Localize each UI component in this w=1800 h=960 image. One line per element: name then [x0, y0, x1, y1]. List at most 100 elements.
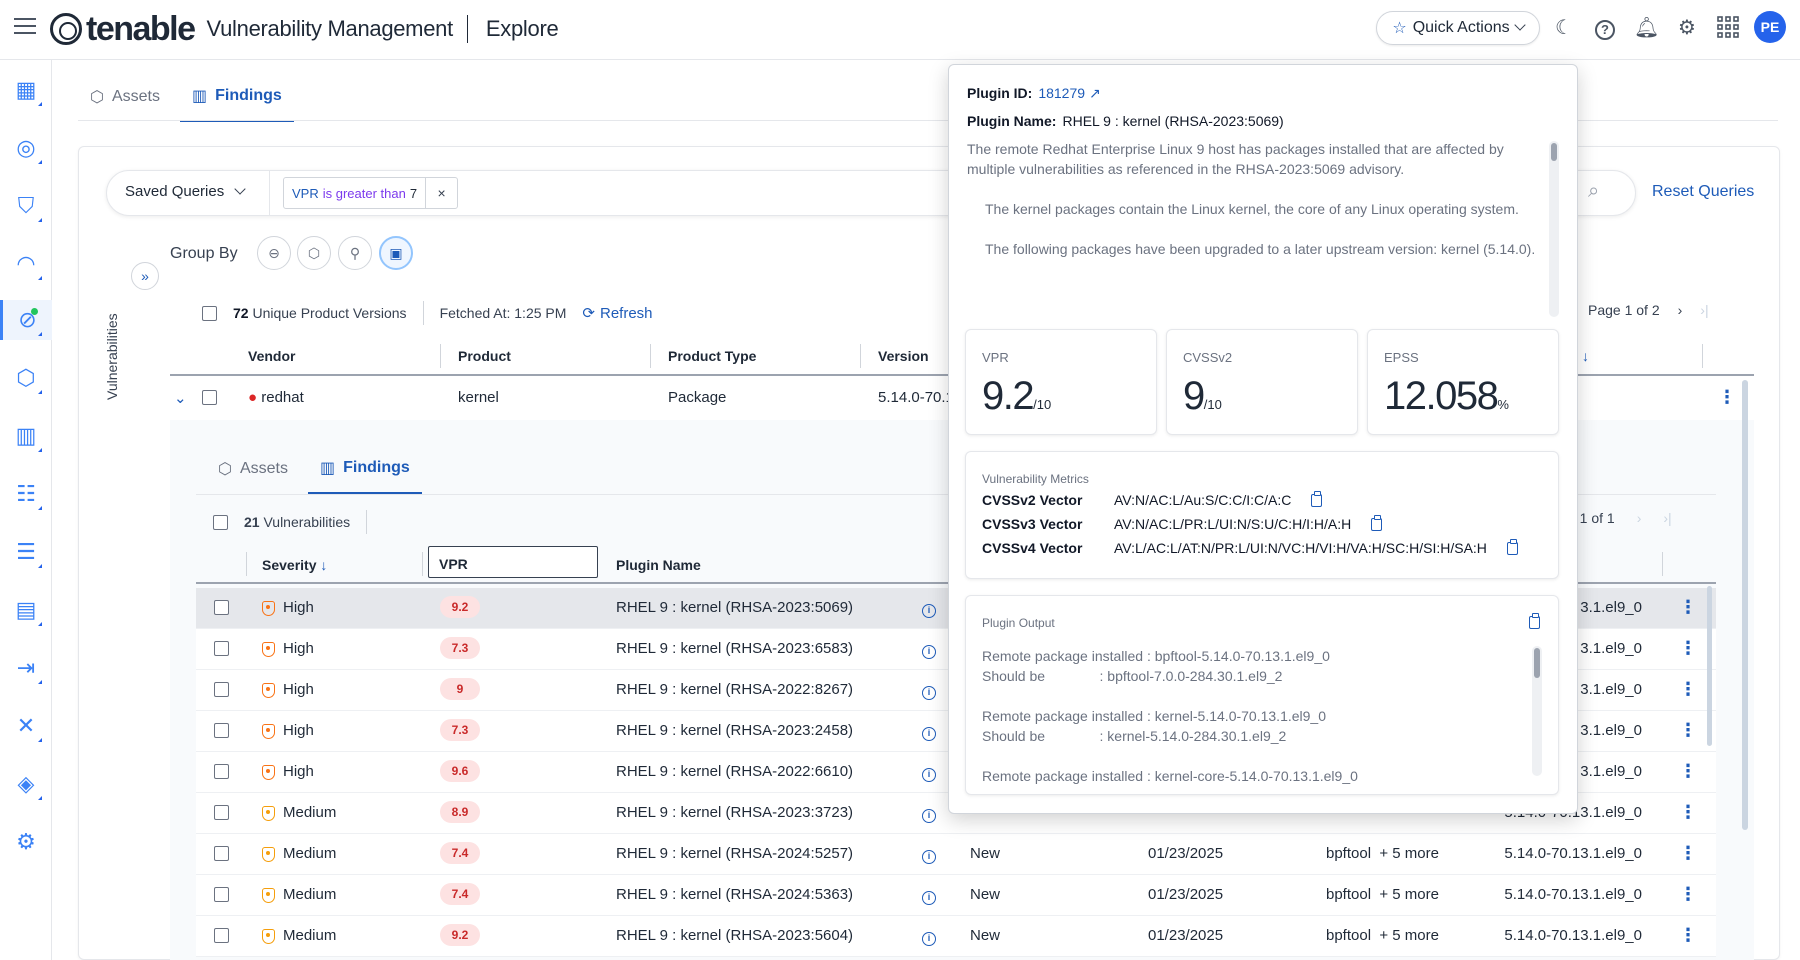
row-checkbox[interactable] — [214, 846, 229, 861]
nav-explore-icon[interactable]: ⊘ — [0, 300, 52, 340]
col-plugin-name[interactable]: Plugin Name — [616, 557, 701, 573]
info-icon[interactable]: i — [922, 891, 936, 905]
copy-icon[interactable] — [1311, 490, 1323, 507]
col-product-type[interactable]: Product Type — [668, 348, 756, 364]
avatar[interactable]: PE — [1754, 11, 1786, 43]
menu-icon[interactable] — [14, 18, 36, 34]
plugin-id-link[interactable]: 181279 — [1038, 85, 1085, 101]
app-grid-icon[interactable] — [1716, 16, 1740, 40]
table-row[interactable]: Medium 9.2 RHEL 9 : kernel (RHSA-2023:5604… — [196, 916, 1716, 957]
search-icon[interactable]: ⌕ — [1588, 180, 1599, 203]
inner-tab-findings[interactable]: ▥ Findings — [307, 444, 422, 494]
col-severity[interactable]: Severity ↓ — [262, 557, 327, 573]
moon-icon[interactable]: ☾ — [1552, 16, 1576, 40]
plugin-name-cell[interactable]: RHEL 9 : kernel (RHSA-2023:5069) — [616, 599, 853, 616]
quick-actions-button[interactable]: ☆ Quick Actions — [1376, 11, 1540, 45]
col-version[interactable]: Version — [878, 348, 929, 364]
row-checkbox[interactable] — [214, 723, 229, 738]
plugin-name-cell[interactable]: RHEL 9 : kernel (RHSA-2022:8267) — [616, 681, 853, 698]
filter-chip[interactable]: VPR is greater than 7 × — [283, 177, 459, 209]
nav-chart-icon[interactable]: ▥ — [0, 416, 52, 456]
tab-assets[interactable]: ⬡ Assets — [78, 72, 172, 122]
nav-settings-icon[interactable]: ⚙ — [0, 822, 52, 862]
next-page-icon[interactable]: › — [1637, 510, 1642, 526]
tab-findings[interactable]: ▥ Findings — [179, 72, 294, 122]
info-icon[interactable]: i — [922, 850, 936, 864]
table-row[interactable]: Medium 7.4 RHEL 9 : kernel (RHSA-2024:5363… — [196, 875, 1716, 916]
info-icon[interactable]: i — [922, 604, 936, 618]
gear-icon[interactable]: ⚙ — [1675, 16, 1699, 40]
row-menu-icon[interactable]: ⋮ — [1718, 388, 1736, 406]
row-checkbox[interactable] — [214, 887, 229, 902]
row-menu-icon[interactable]: ⋮ — [1679, 885, 1697, 903]
nav-checklist-icon[interactable]: ☷ — [0, 474, 52, 514]
row-menu-icon[interactable]: ⋮ — [1679, 844, 1697, 862]
nav-tools-icon[interactable]: ✕ — [0, 706, 52, 746]
saved-queries-dropdown[interactable]: Saved Queries — [125, 182, 246, 200]
row-checkbox[interactable] — [214, 641, 229, 656]
copy-icon[interactable] — [1529, 613, 1540, 629]
col-vpr[interactable]: VPR — [428, 546, 598, 578]
plugin-name-cell[interactable]: RHEL 9 : kernel (RHSA-2023:6583) — [616, 640, 853, 657]
copy-icon[interactable] — [1506, 538, 1518, 555]
row-menu-icon[interactable]: ⋮ — [1679, 762, 1697, 780]
table-row[interactable]: Medium 7.4 RHEL 9 : kernel (RHSA-2024:5257… — [196, 834, 1716, 875]
plugin-name-cell[interactable]: RHEL 9 : kernel (RHSA-2023:2458) — [616, 722, 853, 739]
sort-arrow-icon[interactable]: ↓ — [1582, 348, 1589, 364]
info-icon[interactable]: i — [922, 645, 936, 659]
info-icon[interactable]: i — [922, 809, 936, 823]
nav-cube-icon[interactable]: ⬡ — [0, 358, 52, 398]
external-link-icon[interactable]: ↗ — [1089, 85, 1101, 101]
plugin-name-cell[interactable]: RHEL 9 : kernel (RHSA-2024:5257) — [616, 845, 853, 862]
nav-target-icon[interactable]: ◎ — [0, 128, 52, 168]
last-page-icon[interactable]: ›| — [1700, 302, 1708, 318]
row-menu-icon[interactable]: ⋮ — [1679, 639, 1697, 657]
info-icon[interactable]: i — [922, 686, 936, 700]
row-menu-icon[interactable]: ⋮ — [1679, 926, 1697, 944]
select-all-checkbox[interactable] — [202, 305, 217, 321]
row-checkbox[interactable] — [214, 600, 229, 615]
chip-remove-button[interactable]: × — [425, 178, 457, 208]
row-menu-icon[interactable]: ⋮ — [1679, 680, 1697, 698]
nav-dashboard-icon[interactable]: ▦ — [0, 70, 52, 110]
plugin-name-cell[interactable]: RHEL 9 : kernel (RHSA-2024:5363) — [616, 886, 853, 903]
plugin-name-cell[interactable]: RHEL 9 : kernel (RHSA-2023:5604) — [616, 927, 853, 944]
inner-scrollbar[interactable] — [1707, 586, 1712, 746]
group-product-icon[interactable]: ▣ — [379, 236, 413, 270]
inner-select-all-checkbox[interactable] — [213, 514, 228, 530]
info-icon[interactable]: i — [922, 727, 936, 741]
row-checkbox[interactable] — [214, 764, 229, 779]
inner-tab-assets[interactable]: ⬡ Assets — [206, 444, 300, 494]
collapse-chevron-icon[interactable]: ⌄ — [174, 389, 187, 407]
plugin-output-scrollbar[interactable] — [1532, 646, 1542, 776]
bell-icon[interactable]: 🔔︎ — [1634, 16, 1659, 40]
nav-report-icon[interactable]: ▤ — [0, 590, 52, 630]
next-page-icon[interactable]: › — [1678, 302, 1683, 318]
col-product[interactable]: Product — [458, 348, 511, 364]
expand-icon[interactable]: » — [131, 262, 159, 290]
description-scrollbar[interactable] — [1549, 141, 1559, 317]
row-menu-icon[interactable]: ⋮ — [1679, 803, 1697, 821]
plugin-name-cell[interactable]: RHEL 9 : kernel (RHSA-2023:3723) — [616, 804, 853, 821]
nav-server-icon[interactable]: ☰ — [0, 532, 52, 572]
group-plugin-icon[interactable]: ⚲ — [338, 236, 372, 270]
col-vendor[interactable]: Vendor — [248, 348, 295, 364]
last-page-icon[interactable]: ›| — [1663, 510, 1671, 526]
group-asset-icon[interactable]: ⬡ — [297, 236, 331, 270]
nav-export-icon[interactable]: ⇥ — [0, 648, 52, 688]
help-icon[interactable]: ? — [1593, 16, 1617, 40]
nav-shield-icon[interactable]: ⛉ — [0, 186, 52, 226]
nav-layers-icon[interactable]: ◈ — [0, 764, 52, 804]
info-icon[interactable]: i — [922, 932, 936, 946]
row-checkbox[interactable] — [202, 390, 217, 405]
row-menu-icon[interactable]: ⋮ — [1679, 721, 1697, 739]
info-icon[interactable]: i — [922, 768, 936, 782]
row-checkbox[interactable] — [214, 682, 229, 697]
copy-icon[interactable] — [1371, 514, 1383, 531]
refresh-button[interactable]: ⟳ Refresh — [582, 304, 652, 323]
row-checkbox[interactable] — [214, 805, 229, 820]
group-none-icon[interactable]: ⊖ — [257, 236, 291, 270]
plugin-name-cell[interactable]: RHEL 9 : kernel (RHSA-2022:6610) — [616, 763, 853, 780]
nav-gauge-icon[interactable]: ◠ — [0, 244, 52, 284]
reset-queries-link[interactable]: Reset Queries — [1652, 183, 1754, 201]
